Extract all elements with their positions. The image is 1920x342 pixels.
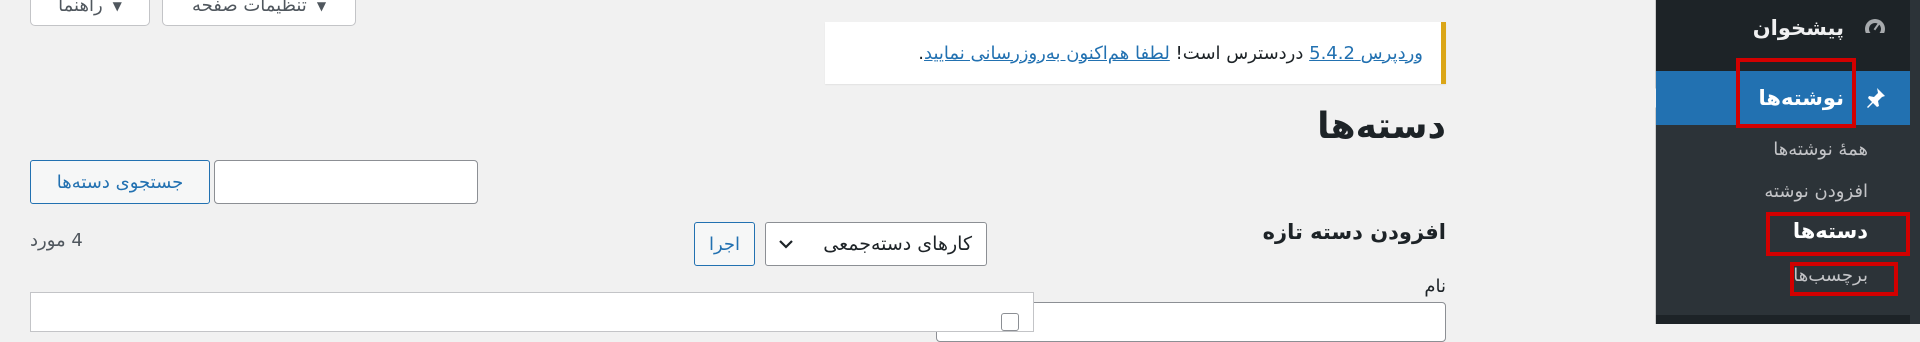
chevron-down-icon xyxy=(779,240,793,249)
sidebar-item-posts[interactable]: نوشته‌ها xyxy=(1646,71,1910,125)
category-search-input[interactable] xyxy=(214,160,478,204)
select-all-checkbox[interactable] xyxy=(1001,313,1019,331)
pin-icon xyxy=(1862,85,1888,111)
name-label: نام xyxy=(1424,276,1446,297)
submenu-all-posts[interactable]: همهٔ نوشته‌ها xyxy=(1773,139,1868,160)
categories-table xyxy=(30,292,1034,332)
page-title: دسته‌ها xyxy=(1317,106,1446,147)
gauge-icon xyxy=(1862,15,1888,41)
posts-submenu: همهٔ نوشته‌ها افزودن نوشته دسته‌ها برچسب… xyxy=(1656,125,1910,315)
sidebar-scroll-edge[interactable] xyxy=(1910,0,1920,324)
search-categories-button[interactable]: جستجوی دسته‌ها xyxy=(30,160,210,204)
apply-bulk-button[interactable]: اجرا xyxy=(694,222,755,266)
sidebar-item-dashboard[interactable]: پیشخوان xyxy=(1656,4,1910,52)
item-count: 4 مورد xyxy=(30,230,83,251)
help-label: راهنما xyxy=(58,0,103,16)
wordpress-version-link[interactable]: وردپرس 5.4.2 xyxy=(1309,43,1423,64)
admin-sidebar: پیشخوان نوشته‌ها همهٔ نوشته‌ها افزودن نو… xyxy=(1646,0,1920,324)
sidebar-item-label: نوشته‌ها xyxy=(1758,86,1844,110)
submenu-add-new-post[interactable]: افزودن نوشته xyxy=(1764,181,1868,202)
caret-down-icon: ▼ xyxy=(316,0,327,13)
submenu-tags[interactable]: برچسب‌ها xyxy=(1793,265,1868,286)
bulk-actions-value: کارهای دسته‌جمعی xyxy=(823,233,972,255)
update-notice: وردپرس 5.4.2 دردسترس است! لطفا هم‌اکنون … xyxy=(825,22,1446,84)
submenu-categories[interactable]: دسته‌ها xyxy=(1793,219,1868,243)
screen-options-button[interactable]: ▼ تنظیمات صفحه xyxy=(162,0,356,26)
caret-down-icon: ▼ xyxy=(112,0,122,13)
update-now-link[interactable]: لطفا هم‌اکنون به‌روزرسانی نمایید xyxy=(924,43,1170,64)
notice-text: دردسترس است! xyxy=(1175,42,1304,64)
add-new-category-title: افزودن دسته تازه xyxy=(1262,220,1446,244)
notice-period: . xyxy=(918,42,925,64)
help-tab-button[interactable]: ▼ راهنما xyxy=(30,0,150,26)
bulk-actions-select[interactable]: کارهای دسته‌جمعی xyxy=(765,222,987,266)
sidebar-item-label: پیشخوان xyxy=(1752,16,1844,40)
screen-options-label: تنظیمات صفحه xyxy=(191,0,307,16)
